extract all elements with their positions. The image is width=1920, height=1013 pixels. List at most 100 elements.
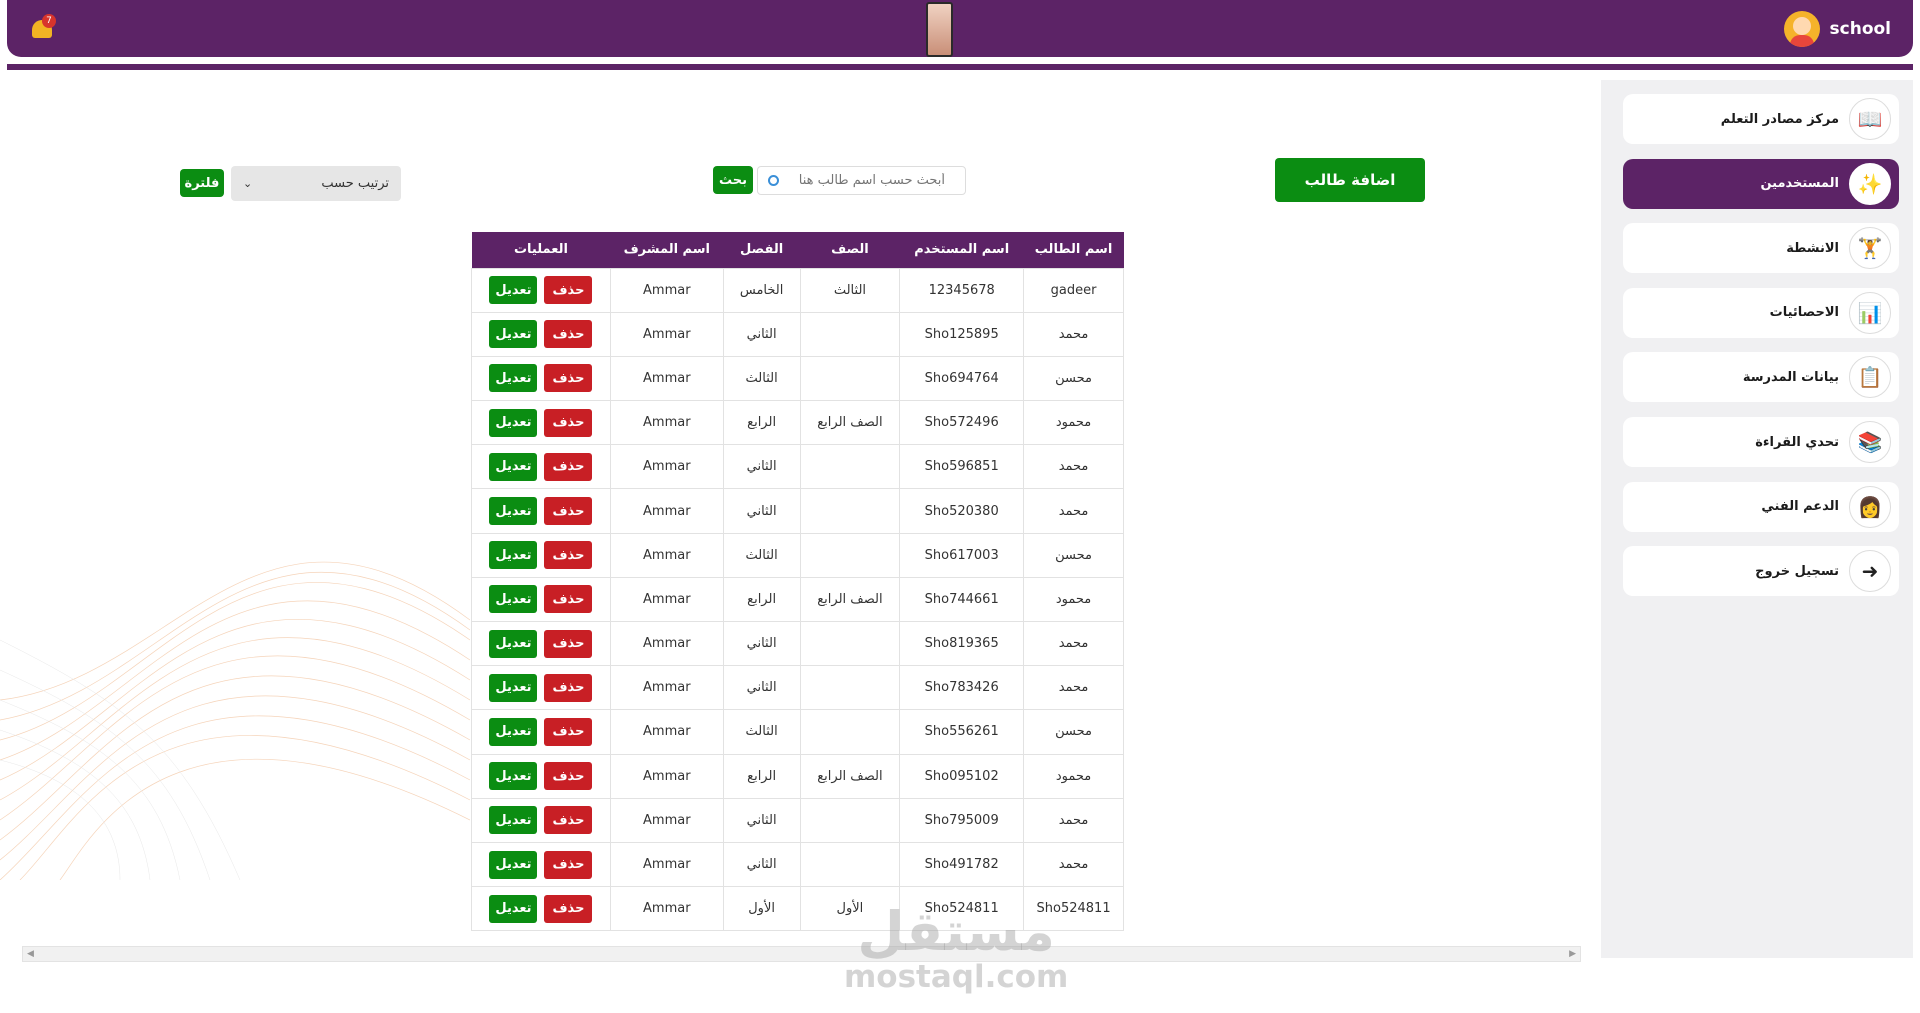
table-header-row: اسم الطالب اسم المستخدم الصف الفصل اسم ا…: [471, 232, 1124, 268]
cell-supervisor: Ammar: [609, 267, 724, 313]
cell-username: Sho795009: [899, 797, 1025, 843]
edit-button[interactable]: تعديل: [489, 320, 538, 349]
row-actions: تعديل حذف: [472, 364, 610, 393]
table-row: محمود Sho572496 الصف الرابع الرابع Ammar تعدي…: [471, 400, 1124, 446]
cell-student-name: محسن: [1023, 355, 1124, 402]
delete-button[interactable]: حذف: [544, 276, 593, 305]
row-actions: تعديل حذف: [472, 452, 610, 481]
cell-grade: [799, 620, 901, 667]
cell-operations: تعديل حذف: [471, 709, 611, 755]
brand[interactable]: school: [1783, 11, 1891, 47]
edit-button[interactable]: تعديل: [489, 762, 538, 791]
sidebar-item-1[interactable]: مركز مصادر التعلم 📖: [1623, 94, 1899, 144]
sidebar-item-5[interactable]: بيانات المدرسة 📋: [1623, 352, 1899, 403]
delete-button[interactable]: حذف: [544, 320, 593, 349]
cell-class: الرابع: [722, 400, 801, 446]
cell-class: الأول: [722, 886, 801, 932]
students-table-wrapper: اسم الطالب اسم المستخدم الصف الفصل اسم ا…: [471, 232, 1124, 932]
cell-class: الخامس: [722, 267, 801, 313]
cell-supervisor: Ammar: [609, 620, 724, 667]
delete-button[interactable]: حذف: [544, 629, 593, 658]
edit-button[interactable]: تعديل: [489, 850, 538, 879]
cell-operations: تعديل حذف: [471, 267, 611, 313]
search-input[interactable]: [785, 173, 945, 188]
sidebar-item-3[interactable]: الانشطة 🏋: [1623, 223, 1899, 274]
search-button[interactable]: بحث: [713, 166, 753, 194]
support-icon: 👩: [1849, 485, 1891, 528]
users-icon: ✨: [1849, 162, 1891, 205]
delete-button[interactable]: حذف: [544, 673, 593, 702]
sort-label: ترتيب حسب: [321, 176, 389, 191]
cell-supervisor: Ammar: [609, 886, 724, 932]
row-actions: تعديل حذف: [472, 894, 610, 923]
edit-button[interactable]: تعديل: [489, 717, 538, 746]
edit-button[interactable]: تعديل: [489, 497, 538, 526]
cell-operations: تعديل حذف: [471, 488, 611, 534]
delete-button[interactable]: حذف: [544, 497, 593, 526]
edit-button[interactable]: تعديل: [489, 673, 538, 702]
row-actions: تعديل حذف: [472, 320, 610, 349]
cell-username: Sho617003: [899, 532, 1025, 578]
cell-class: الثالث: [722, 355, 801, 402]
delete-button[interactable]: حذف: [544, 894, 593, 923]
edit-button[interactable]: تعديل: [489, 894, 538, 923]
row-actions: تعديل حذف: [472, 408, 610, 437]
cell-username: Sho744661: [899, 576, 1025, 623]
table-row: محمود Sho744661 الصف الرابع الرابع Ammar تعدي…: [471, 576, 1124, 623]
filter-button[interactable]: فلترة: [180, 169, 224, 197]
table-row: محمد Sho596851 الثاني Ammar تعديل حذف: [471, 444, 1124, 490]
top-header: 7 school: [7, 0, 1913, 57]
cell-student-name: محمد: [1023, 444, 1124, 490]
cell-class: الرابع: [722, 576, 801, 623]
delete-button[interactable]: حذف: [544, 585, 593, 614]
sidebar-item-4[interactable]: الاحصائيات 📊: [1623, 287, 1899, 338]
row-actions: تعديل حذف: [472, 673, 610, 702]
cell-student-name: محسن: [1023, 532, 1124, 578]
delete-button[interactable]: حذف: [544, 806, 593, 835]
sidebar-item-6[interactable]: تحدي القراءة 📚: [1623, 417, 1899, 467]
cell-student-name: محمود: [1023, 400, 1124, 446]
scroll-left-icon[interactable]: ◀: [27, 949, 34, 959]
horizontal-scrollbar[interactable]: ◀ ▶: [22, 946, 1581, 962]
cell-class: الرابع: [722, 753, 801, 799]
edit-button[interactable]: تعديل: [489, 541, 538, 570]
sidebar-item-label: الاحصائيات: [1769, 305, 1839, 321]
cell-username: Sho095102: [899, 753, 1025, 799]
delete-button[interactable]: حذف: [544, 408, 593, 437]
delete-button[interactable]: حذف: [544, 717, 593, 746]
edit-button[interactable]: تعديل: [489, 452, 538, 481]
edit-button[interactable]: تعديل: [489, 276, 538, 305]
header-class: الفصل: [723, 232, 801, 268]
sidebar-item-8[interactable]: تسجيل خروج ➜: [1623, 546, 1899, 597]
cell-grade: [799, 797, 901, 843]
add-student-button[interactable]: اضافة طالب: [1275, 158, 1425, 202]
cell-operations: تعديل حذف: [471, 400, 611, 446]
scroll-right-icon[interactable]: ▶: [1569, 949, 1576, 959]
cell-username: Sho596851: [899, 444, 1025, 490]
table-row: محمود Sho095102 الصف الرابع الرابع Ammar تعدي…: [471, 753, 1124, 799]
row-actions: تعديل حذف: [472, 762, 610, 791]
sort-select[interactable]: ⌄ ترتيب حسب: [231, 166, 401, 201]
cell-supervisor: Ammar: [609, 665, 724, 711]
sidebar-item-label: المستخدمين: [1760, 176, 1839, 192]
cell-grade: الصف الرابع: [799, 753, 901, 799]
cell-class: الثالث: [722, 709, 801, 755]
edit-button[interactable]: تعديل: [489, 806, 538, 835]
delete-button[interactable]: حذف: [544, 762, 593, 791]
notification-badge: 7: [42, 14, 56, 28]
sidebar-item-2[interactable]: المستخدمين ✨: [1623, 158, 1899, 209]
search-box: [757, 166, 966, 195]
edit-button[interactable]: تعديل: [489, 629, 538, 658]
edit-button[interactable]: تعديل: [489, 585, 538, 614]
notification-bell-icon[interactable]: 7: [29, 14, 56, 42]
edit-button[interactable]: تعديل: [489, 408, 538, 437]
sidebar-item-7[interactable]: الدعم الفني 👩: [1623, 481, 1899, 532]
watermark-sub: mostaql.com: [844, 959, 1069, 995]
edit-button[interactable]: تعديل: [489, 364, 538, 393]
delete-button[interactable]: حذف: [544, 850, 593, 879]
cell-class: الثاني: [722, 841, 801, 888]
delete-button[interactable]: حذف: [544, 541, 593, 570]
delete-button[interactable]: حذف: [544, 452, 593, 481]
delete-button[interactable]: حذف: [544, 364, 593, 393]
chart-icon: 📊: [1849, 291, 1891, 334]
